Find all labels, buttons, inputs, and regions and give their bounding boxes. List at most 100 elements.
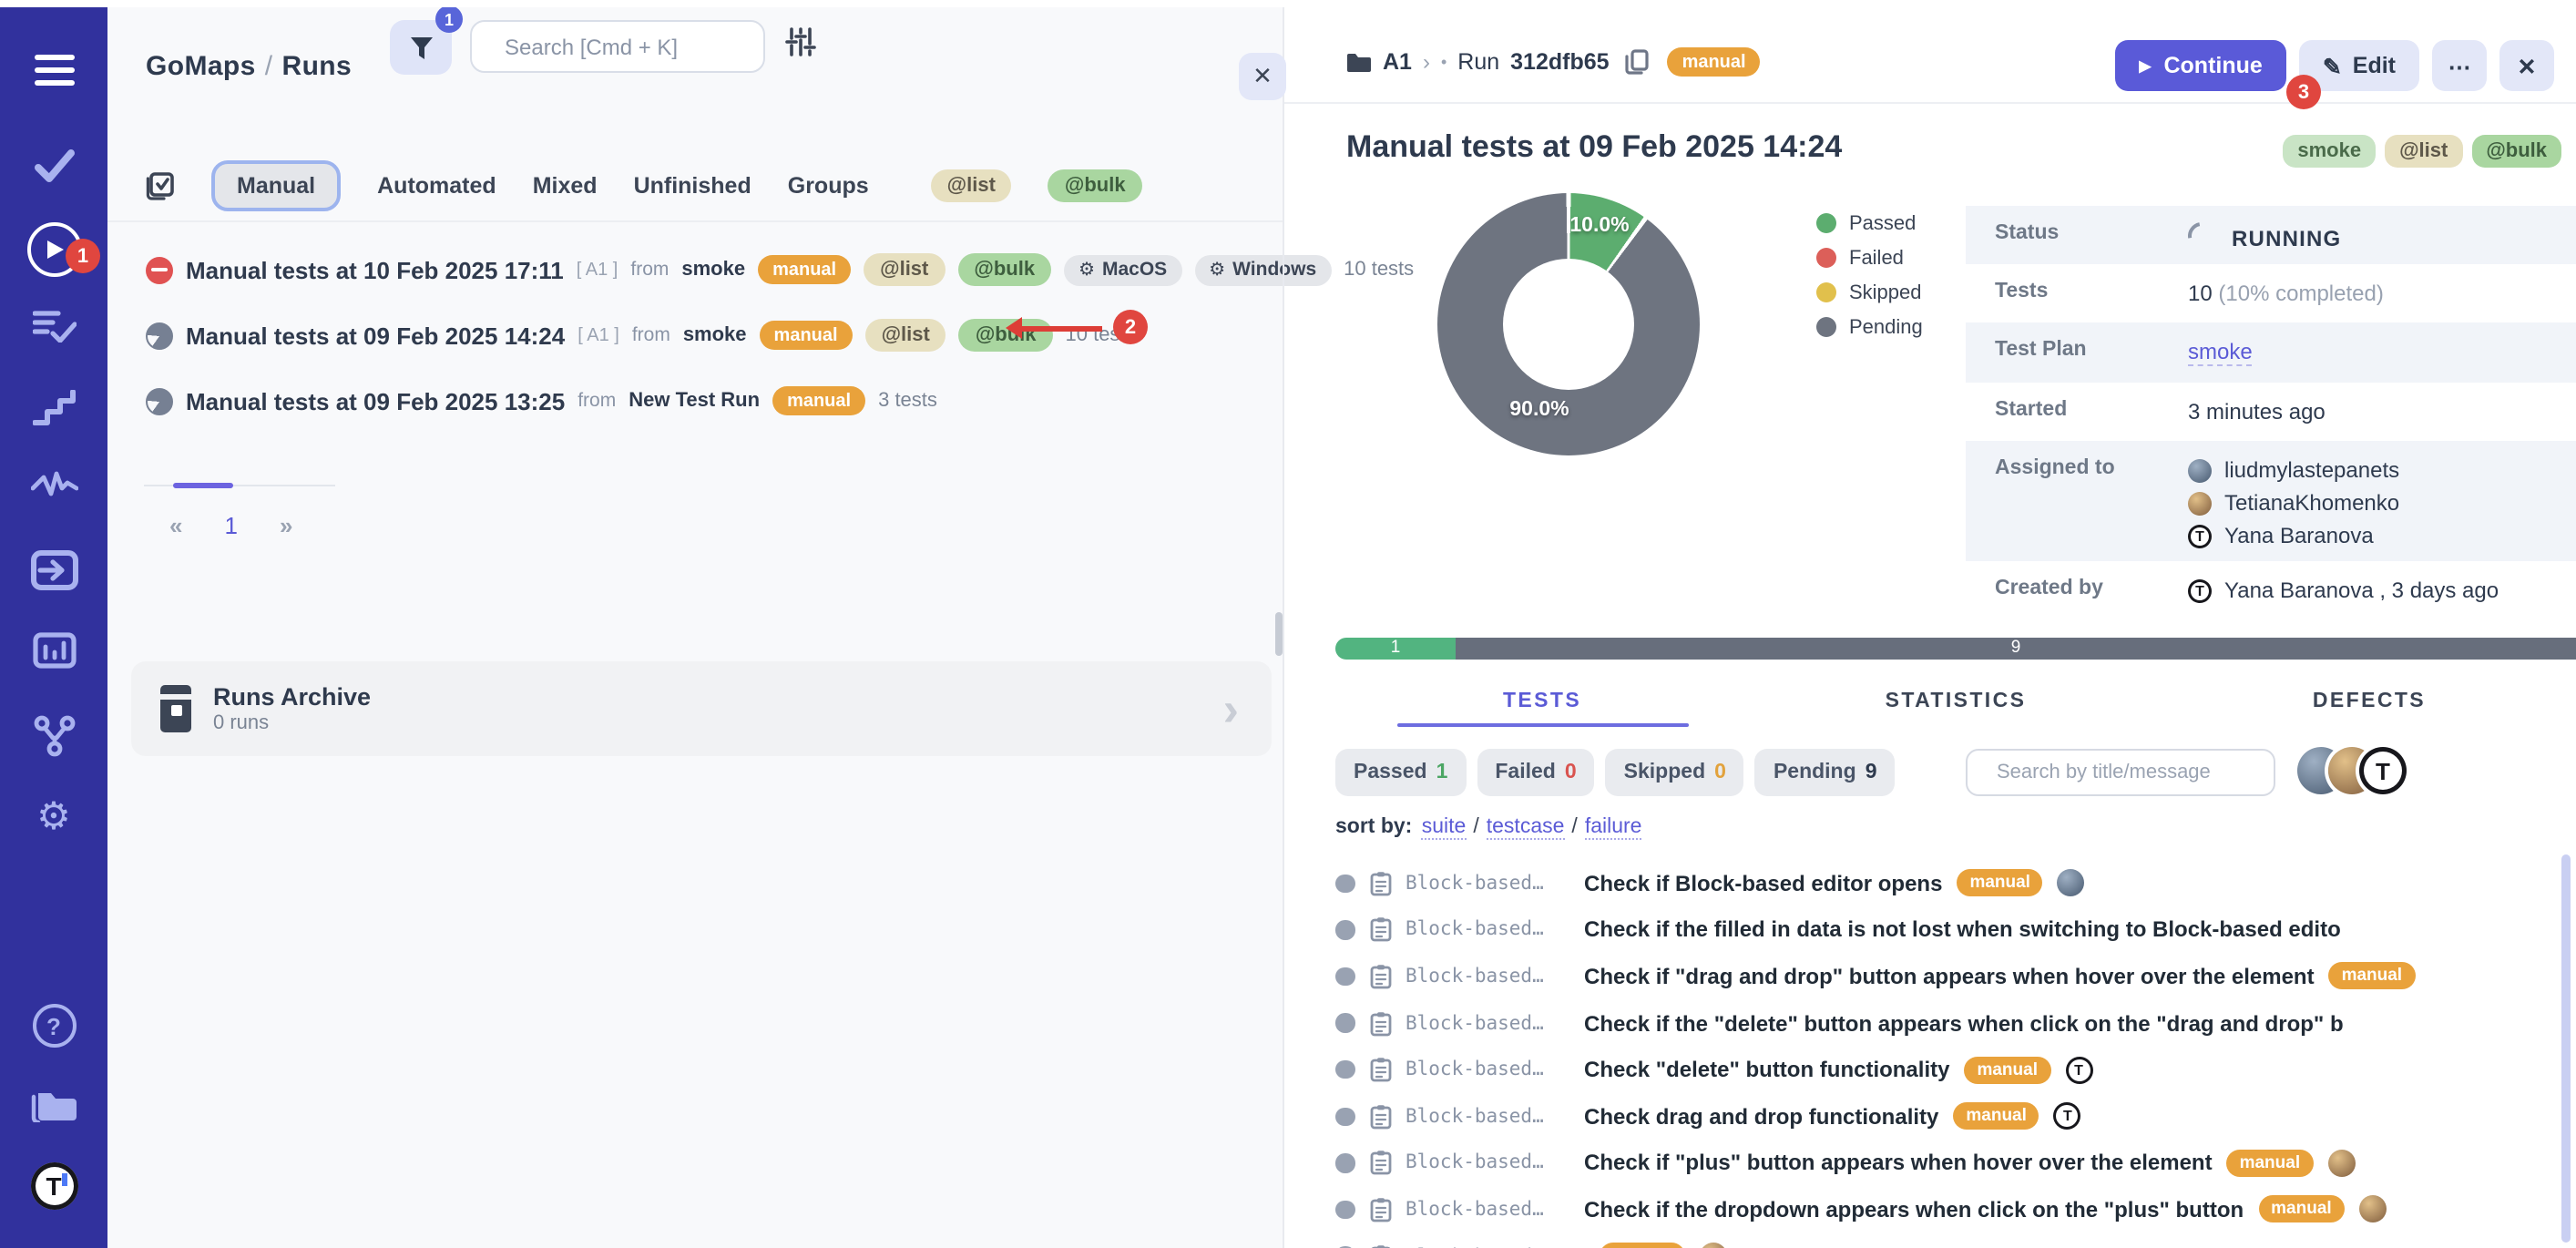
test-row-3[interactable]: Block-based… Check if "drag and drop" bu… — [1335, 953, 2572, 999]
test-case-icon — [1369, 1057, 1391, 1082]
runs-search — [470, 20, 765, 73]
filter-failed[interactable]: Failed0 — [1477, 749, 1594, 796]
run-row-2[interactable]: Manual tests at 09 Feb 2025 14:24 [ A1 ]… — [146, 302, 1268, 368]
test-row-2[interactable]: Block-based… Check if the filled in data… — [1335, 906, 2572, 953]
close-run-button[interactable]: ✕ — [2499, 40, 2554, 91]
tlogo-avatar: T — [2054, 1103, 2081, 1130]
view-settings-icon[interactable] — [785, 27, 816, 56]
detail-row-assigned: Assigned to liudmylastepanets TetianaKho… — [1966, 441, 2576, 561]
progress-passed-segment: 1 — [1335, 638, 1456, 659]
sidebar-item-milestones[interactable] — [0, 390, 107, 426]
pending-dot-icon — [1335, 1107, 1354, 1126]
tab-groups[interactable]: Groups — [788, 173, 869, 199]
tab-defects[interactable]: DEFECTS — [2162, 678, 2576, 725]
branch-icon — [32, 714, 76, 758]
stopped-status-icon — [146, 256, 173, 283]
breadcrumb-project[interactable]: A1 — [1383, 49, 1412, 75]
sort-by-failure[interactable]: failure — [1585, 816, 1642, 840]
run-from-label: from — [632, 324, 670, 346]
sidebar-item-settings[interactable]: ⚙ — [0, 798, 107, 836]
check-icon — [32, 148, 76, 184]
test-plan-link[interactable]: smoke — [2188, 339, 2253, 366]
continue-button[interactable]: ▶ Continue — [2115, 40, 2285, 91]
sidebar-profile-avatar[interactable]: T — [0, 1162, 107, 1210]
list-check-icon — [32, 310, 76, 343]
detail-row-plan: Test Plan smoke — [1966, 322, 2576, 383]
detail-tabs: TESTS STATISTICS DEFECTS — [1335, 678, 2576, 725]
avatar — [2058, 870, 2085, 897]
runs-archive-card[interactable]: Runs Archive 0 runs › — [131, 661, 1272, 756]
panel-divider — [1283, 0, 1284, 1248]
filter-pending[interactable]: Pending9 — [1755, 749, 1896, 796]
detail-row-started: Started 3 minutes ago — [1966, 383, 2576, 441]
tag-filter-bulk[interactable]: @bulk — [1048, 169, 1142, 202]
tag-smoke[interactable]: smoke — [2283, 135, 2376, 168]
manual-badge: manual — [760, 321, 853, 350]
test-row-8[interactable]: Block-based… Check if the dropdown appea… — [1335, 1186, 2572, 1233]
manual-badge: manual — [1964, 1056, 2050, 1083]
page-number[interactable]: 1 — [224, 512, 237, 539]
test-row-5[interactable]: Block-based… Check "delete" button funct… — [1335, 1047, 2572, 1093]
sidebar-item-branches[interactable] — [0, 714, 107, 758]
run-row-3[interactable]: Manual tests at 09 Feb 2025 13:25 from N… — [146, 368, 1268, 434]
tests-count: 10 — [2188, 281, 2213, 306]
folder-icon — [30, 1086, 77, 1122]
legend-item-skipped: Skipped — [1816, 275, 1923, 310]
assignee-avatar-filter[interactable]: T — [2297, 747, 2407, 794]
sidebar-item-reports[interactable] — [0, 632, 107, 669]
search-input[interactable] — [501, 32, 791, 61]
copy-icon[interactable] — [1626, 49, 1650, 75]
menu-icon[interactable] — [0, 55, 107, 86]
sidebar-item-testcases[interactable] — [0, 148, 107, 184]
test-row-6[interactable]: Block-based… Check drag and drop functio… — [1335, 1093, 2572, 1140]
test-row-9-partial[interactable]: Block-based… manual — [1335, 1233, 2572, 1248]
tag-bulk[interactable]: @bulk — [2471, 135, 2561, 168]
tab-statistics[interactable]: STATISTICS — [1749, 678, 2162, 725]
sort-by-suite[interactable]: suite — [1422, 816, 1467, 840]
sidebar-item-activity[interactable] — [0, 470, 107, 499]
more-button[interactable]: ⋯ — [2432, 40, 2487, 91]
test-row-1[interactable]: Block-based… Check if Block-based editor… — [1335, 860, 2572, 906]
page-title: Runs — [282, 51, 353, 82]
run-type-badge: manual — [1668, 47, 1761, 77]
running-status-icon — [146, 322, 173, 349]
run-row-1[interactable]: Manual tests at 10 Feb 2025 17:11 [ A1 ]… — [146, 237, 1268, 302]
tab-automated[interactable]: Automated — [377, 173, 496, 199]
tag-list[interactable]: @list — [2385, 135, 2462, 168]
pending-dot-icon — [1335, 1060, 1354, 1079]
tlogo-avatar: T — [2188, 524, 2212, 547]
left-panel-scrollbar[interactable] — [1275, 612, 1282, 656]
tests-search-input[interactable] — [1993, 760, 2259, 785]
tests-scrollbar[interactable] — [2561, 854, 2571, 1243]
sidebar-item-import[interactable] — [0, 550, 107, 590]
assignee-2: TetianaKhomenko — [2188, 486, 2576, 519]
tab-unfinished[interactable]: Unfinished — [634, 173, 751, 199]
filter-skipped[interactable]: Skipped0 — [1606, 749, 1744, 796]
test-row-7[interactable]: Block-based… Check if "plus" button appe… — [1335, 1140, 2572, 1186]
tab-tests[interactable]: TESTS — [1335, 678, 1749, 725]
sidebar-item-projects[interactable] — [0, 1086, 107, 1122]
sort-by-testcase[interactable]: testcase — [1487, 816, 1565, 840]
bullet-separator: • — [1441, 53, 1446, 71]
sidebar-item-help[interactable]: ? — [0, 1004, 107, 1048]
project-name[interactable]: GoMaps — [146, 51, 256, 82]
filter-passed[interactable]: Passed1 — [1335, 749, 1466, 796]
tabs-divider — [107, 220, 1283, 222]
sidebar-item-plans[interactable] — [0, 310, 107, 343]
select-all-icon[interactable] — [146, 171, 175, 200]
tag-filter-list[interactable]: @list — [931, 169, 1012, 202]
tab-mixed[interactable]: Mixed — [533, 173, 598, 199]
chart-legend: Passed Failed Skipped Pending — [1816, 206, 1923, 344]
gear-icon: ⚙ — [36, 798, 71, 836]
progress-pending-segment: 9 — [1456, 638, 2576, 659]
run-ref: [ A1 ] — [578, 325, 619, 345]
tab-manual[interactable]: Manual — [211, 160, 341, 211]
tlogo-avatar: T — [30, 1162, 77, 1210]
breadcrumb: GoMaps/Runs — [146, 51, 352, 82]
test-row-4[interactable]: Block-based… Check if the "delete" butto… — [1335, 1000, 2572, 1047]
page-next-button[interactable]: » — [280, 512, 292, 539]
page-prev-button[interactable]: « — [169, 512, 182, 539]
steps-icon — [32, 390, 76, 426]
pending-dot-icon — [1335, 874, 1354, 893]
close-left-panel-button[interactable]: ✕ — [1239, 53, 1286, 100]
